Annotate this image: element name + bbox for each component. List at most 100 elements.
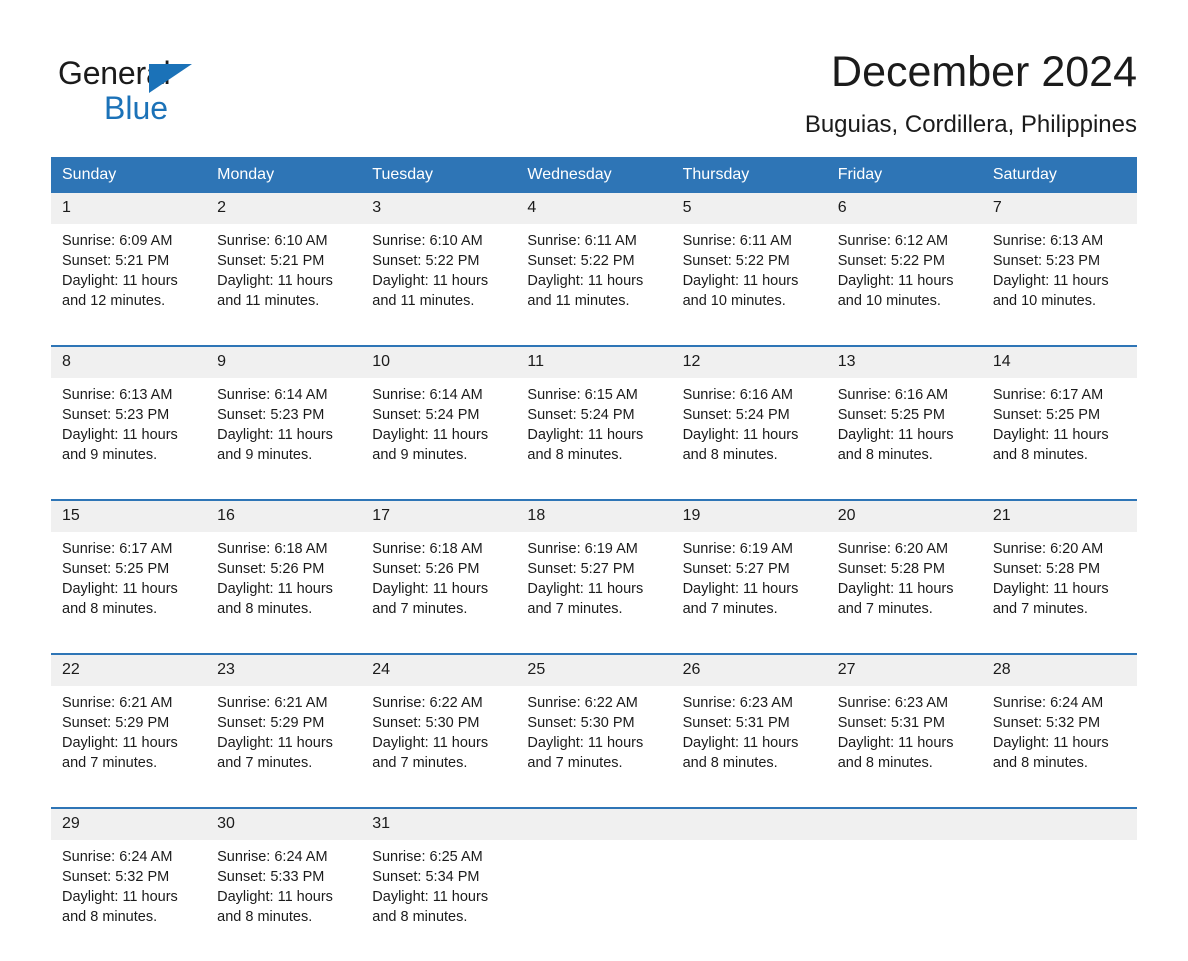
- day-detail-cell[interactable]: Sunrise: 6:21 AM Sunset: 5:29 PM Daylight:…: [206, 686, 362, 807]
- day-detail-cell[interactable]: Sunrise: 6:16 AM Sunset: 5:25 PM Daylight:…: [826, 378, 982, 499]
- day-sunset-line: Sunset: 5:21 PM: [217, 253, 325, 269]
- day-sunrise-line: Sunrise: 6:24 AM: [992, 695, 1104, 711]
- day-detail-cell[interactable]: Sunrise: 6:24 AM Sunset: 5:32 PM Daylight:…: [51, 840, 207, 961]
- day-detail-cell[interactable]: Sunrise: 6:13 AM Sunset: 5:23 PM Daylight:…: [51, 378, 207, 499]
- day-detail-cell[interactable]: Sunrise: 6:12 AM Sunset: 5:22 PM Daylight:…: [826, 224, 982, 345]
- day-number-cell[interactable]: 14: [981, 347, 1137, 378]
- weekday-header-thursday: Thursday: [671, 157, 827, 193]
- day-detail-cell[interactable]: Sunrise: 6:17 AM Sunset: 5:25 PM Daylight:…: [981, 378, 1137, 499]
- day-detail-cell[interactable]: Sunrise: 6:10 AM Sunset: 5:21 PM Daylight:…: [206, 224, 362, 345]
- day-daylight-line: and 8 minutes.: [682, 447, 778, 463]
- day-daylight-line: and 7 minutes.: [527, 601, 623, 617]
- week-daynumber-row: 22 23 24 25 26 27 28: [51, 655, 1137, 686]
- day-detail-cell[interactable]: Sunrise: 6:11 AM Sunset: 5:22 PM Daylight:…: [671, 224, 827, 345]
- day-number-cell[interactable]: 29: [51, 809, 207, 840]
- day-number-cell[interactable]: 10: [361, 347, 517, 378]
- day-sunset-line: Sunset: 5:29 PM: [217, 715, 325, 731]
- day-number-cell[interactable]: 19: [671, 501, 827, 532]
- day-daylight-line: and 8 minutes.: [527, 447, 623, 463]
- day-number-cell[interactable]: 4: [516, 193, 672, 224]
- day-number-cell[interactable]: 23: [206, 655, 362, 686]
- day-detail-cell[interactable]: Sunrise: 6:10 AM Sunset: 5:22 PM Daylight:…: [361, 224, 517, 345]
- day-daylight-line: and 7 minutes.: [682, 601, 778, 617]
- day-sunset-line: Sunset: 5:25 PM: [62, 561, 170, 577]
- day-detail-cell[interactable]: Sunrise: 6:16 AM Sunset: 5:24 PM Daylight:…: [671, 378, 827, 499]
- day-detail-cell[interactable]: Sunrise: 6:18 AM Sunset: 5:26 PM Daylight:…: [361, 532, 517, 653]
- day-detail-cell[interactable]: Sunrise: 6:15 AM Sunset: 5:24 PM Daylight:…: [516, 378, 672, 499]
- day-detail-cell[interactable]: Sunrise: 6:11 AM Sunset: 5:22 PM Daylight:…: [516, 224, 672, 345]
- day-daylight-line: Daylight: 11 hours: [527, 273, 644, 289]
- day-detail-cell[interactable]: Sunrise: 6:21 AM Sunset: 5:29 PM Daylight:…: [51, 686, 207, 807]
- day-number-cell[interactable]: 30: [206, 809, 362, 840]
- day-sunrise-line: Sunrise: 6:15 AM: [527, 387, 638, 403]
- day-daylight-line: and 8 minutes.: [837, 447, 933, 463]
- day-detail-cell[interactable]: Sunrise: 6:23 AM Sunset: 5:31 PM Daylight:…: [826, 686, 982, 807]
- day-sunset-line: Sunset: 5:21 PM: [62, 253, 170, 269]
- day-daylight-line: and 10 minutes.: [992, 293, 1097, 309]
- day-daylight-line: and 8 minutes.: [372, 909, 468, 925]
- day-number-cell[interactable]: 16: [206, 501, 362, 532]
- day-daylight-line: and 9 minutes.: [217, 447, 313, 463]
- day-number-cell[interactable]: 27: [826, 655, 982, 686]
- day-number-cell[interactable]: 9: [206, 347, 362, 378]
- day-number-cell[interactable]: 21: [981, 501, 1137, 532]
- day-daylight-line: and 10 minutes.: [837, 293, 941, 309]
- day-detail-cell[interactable]: Sunrise: 6:24 AM Sunset: 5:32 PM Daylight:…: [981, 686, 1137, 807]
- day-detail-cell[interactable]: Sunrise: 6:13 AM Sunset: 5:23 PM Daylight:…: [981, 224, 1137, 345]
- day-number-cell[interactable]: 13: [826, 347, 982, 378]
- day-number-cell[interactable]: 15: [51, 501, 207, 532]
- day-number-cell[interactable]: 24: [361, 655, 517, 686]
- day-detail-cell[interactable]: Sunrise: 6:09 AM Sunset: 5:21 PM Daylight:…: [51, 224, 207, 345]
- day-detail-cell[interactable]: Sunrise: 6:25 AM Sunset: 5:34 PM Daylight:…: [361, 840, 517, 961]
- title-block: December 2024 Buguias, Cordillera, Phili…: [805, 46, 1137, 139]
- day-number-cell[interactable]: 3: [361, 193, 517, 224]
- day-detail-cell[interactable]: Sunrise: 6:22 AM Sunset: 5:30 PM Daylight:…: [361, 686, 517, 807]
- day-daylight-line: Daylight: 11 hours: [837, 581, 954, 597]
- day-number-cell-empty: [516, 809, 672, 840]
- day-number-cell[interactable]: 7: [981, 193, 1137, 224]
- day-detail-cell[interactable]: Sunrise: 6:19 AM Sunset: 5:27 PM Daylight:…: [516, 532, 672, 653]
- day-detail-cell[interactable]: Sunrise: 6:20 AM Sunset: 5:28 PM Daylight:…: [826, 532, 982, 653]
- day-number-cell[interactable]: 6: [826, 193, 982, 224]
- page-title: December 2024: [831, 48, 1137, 96]
- day-sunrise-line: Sunrise: 6:22 AM: [527, 695, 638, 711]
- day-number-cell[interactable]: 2: [206, 193, 362, 224]
- general-blue-logo: General Blue: [51, 54, 311, 134]
- day-sunrise-line: Sunrise: 6:10 AM: [372, 233, 483, 249]
- day-daylight-line: Daylight: 11 hours: [527, 581, 644, 597]
- day-number-cell[interactable]: 22: [51, 655, 207, 686]
- day-number-cell[interactable]: 18: [516, 501, 672, 532]
- day-daylight-line: Daylight: 11 hours: [62, 889, 178, 905]
- day-daylight-line: Daylight: 11 hours: [837, 427, 954, 443]
- day-detail-cell[interactable]: Sunrise: 6:17 AM Sunset: 5:25 PM Daylight:…: [51, 532, 207, 653]
- day-detail-cell[interactable]: Sunrise: 6:18 AM Sunset: 5:26 PM Daylight:…: [206, 532, 362, 653]
- day-daylight-line: Daylight: 11 hours: [62, 581, 178, 597]
- day-detail-cell[interactable]: Sunrise: 6:14 AM Sunset: 5:24 PM Daylight:…: [361, 378, 517, 499]
- day-sunset-line: Sunset: 5:27 PM: [527, 561, 635, 577]
- day-daylight-line: and 12 minutes.: [62, 293, 166, 309]
- day-sunrise-line: Sunrise: 6:19 AM: [682, 541, 793, 557]
- day-sunset-line: Sunset: 5:32 PM: [992, 715, 1101, 731]
- day-number-cell[interactable]: 8: [51, 347, 207, 378]
- day-sunrise-line: Sunrise: 6:17 AM: [62, 541, 173, 557]
- day-number-cell[interactable]: 17: [361, 501, 517, 532]
- day-number-cell[interactable]: 28: [981, 655, 1137, 686]
- day-detail-cell[interactable]: Sunrise: 6:14 AM Sunset: 5:23 PM Daylight:…: [206, 378, 362, 499]
- day-detail-cell[interactable]: Sunrise: 6:20 AM Sunset: 5:28 PM Daylight:…: [981, 532, 1137, 653]
- day-number-cell[interactable]: 5: [671, 193, 827, 224]
- day-detail-cell[interactable]: Sunrise: 6:19 AM Sunset: 5:27 PM Daylight:…: [671, 532, 827, 653]
- day-number-cell[interactable]: 12: [671, 347, 827, 378]
- day-detail-cell[interactable]: Sunrise: 6:23 AM Sunset: 5:31 PM Daylight:…: [671, 686, 827, 807]
- day-number-cell[interactable]: 1: [51, 193, 207, 224]
- day-number-cell[interactable]: 26: [671, 655, 827, 686]
- day-number-cell[interactable]: 25: [516, 655, 672, 686]
- day-daylight-line: Daylight: 11 hours: [682, 273, 799, 289]
- day-number-cell[interactable]: 31: [361, 809, 517, 840]
- day-number-cell[interactable]: 11: [516, 347, 672, 378]
- day-sunset-line: Sunset: 5:22 PM: [837, 253, 945, 269]
- day-number-cell[interactable]: 20: [826, 501, 982, 532]
- day-detail-cell[interactable]: Sunrise: 6:22 AM Sunset: 5:30 PM Daylight:…: [516, 686, 672, 807]
- day-detail-cell[interactable]: Sunrise: 6:24 AM Sunset: 5:33 PM Daylight:…: [206, 840, 362, 961]
- day-sunset-line: Sunset: 5:25 PM: [992, 407, 1101, 423]
- day-sunrise-line: Sunrise: 6:20 AM: [992, 541, 1104, 557]
